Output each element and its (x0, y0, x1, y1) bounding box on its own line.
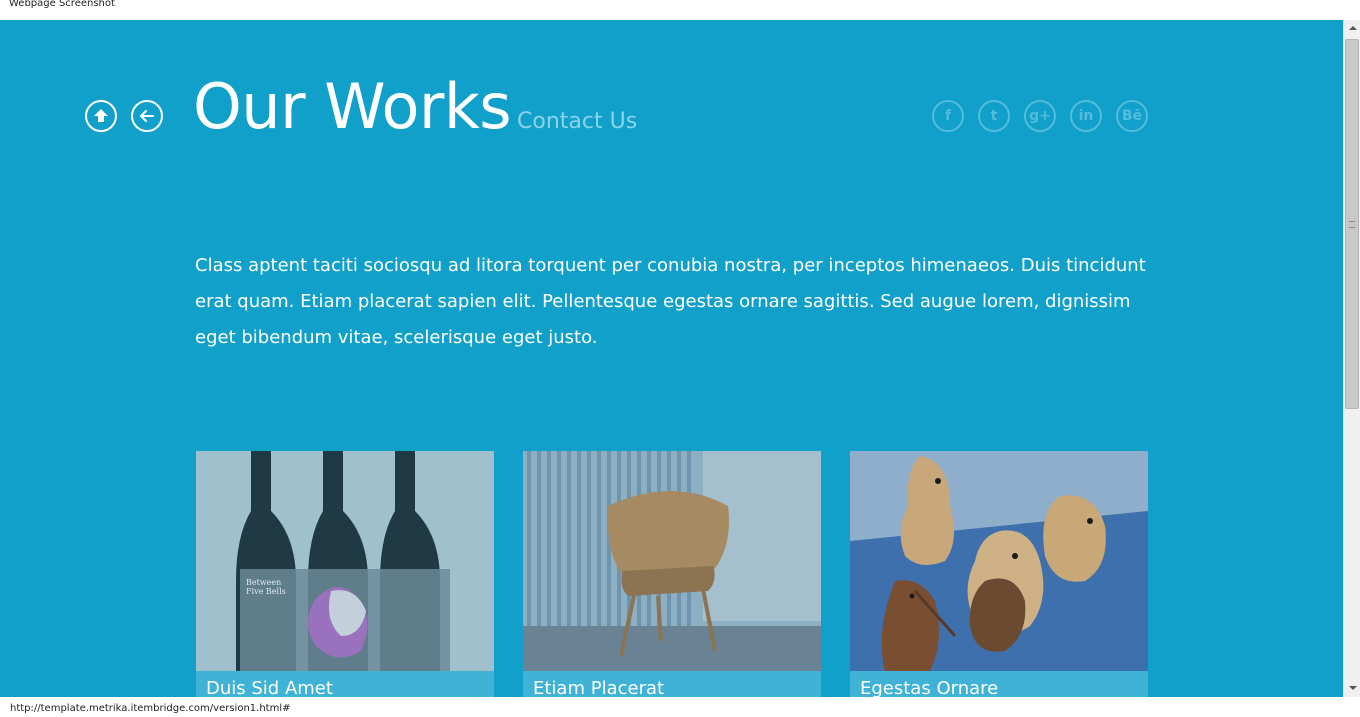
browser-title: Webpage Screenshot (9, 0, 115, 9)
scroll-up-arrow-icon[interactable] (1344, 20, 1360, 37)
behance-glyph: Bē (1121, 108, 1143, 124)
contact-us-link[interactable]: Contact Us (517, 109, 637, 134)
behance-icon[interactable]: Bē (1116, 100, 1148, 132)
chair-image (523, 451, 821, 671)
home-icon[interactable] (85, 100, 117, 132)
facebook-icon[interactable]: f (932, 100, 964, 132)
card-caption: Etiam Placerat (523, 671, 821, 697)
google-plus-glyph: g+ (1029, 108, 1051, 124)
wooden-birds-image (850, 451, 1148, 671)
work-card[interactable]: Between Five Bells Duis Sid Amet (196, 451, 494, 697)
card-title: Etiam Placerat (533, 678, 665, 697)
linkedin-icon[interactable]: in (1070, 100, 1102, 132)
card-caption: Egestas Ornare (850, 671, 1148, 697)
status-url: http://template.metrika.itembridge.com/v… (10, 703, 291, 714)
scroll-down-arrow-icon[interactable] (1344, 680, 1360, 697)
scroll-thumb[interactable] (1345, 39, 1359, 409)
twitter-icon[interactable]: t (978, 100, 1010, 132)
card-title: Egestas Ornare (860, 678, 999, 697)
vertical-scrollbar[interactable] (1343, 20, 1360, 697)
svg-text:Five Bells: Five Bells (246, 587, 286, 596)
card-caption: Duis Sid Amet (196, 671, 494, 697)
card-title: Duis Sid Amet (206, 678, 333, 697)
wine-bottles-image: Between Five Bells (196, 451, 494, 671)
browser-status-bar: http://template.metrika.itembridge.com/v… (0, 697, 1360, 717)
back-arrow-icon[interactable] (131, 100, 163, 132)
linkedin-glyph: in (1078, 108, 1094, 124)
facebook-glyph: f (944, 108, 952, 124)
page-content: Our Works Contact Us f t g+ in Bē Class … (0, 20, 1343, 697)
svg-text:Between: Between (246, 578, 281, 587)
google-plus-icon[interactable]: g+ (1024, 100, 1056, 132)
browser-title-bar: Webpage Screenshot (0, 0, 1360, 20)
page-title: Our Works (193, 70, 512, 143)
work-card[interactable]: Egestas Ornare (850, 451, 1148, 697)
twitter-glyph: t (990, 108, 998, 124)
work-card[interactable]: Etiam Placerat (523, 451, 821, 697)
intro-paragraph: Class aptent taciti sociosqu ad litora t… (195, 255, 1146, 348)
